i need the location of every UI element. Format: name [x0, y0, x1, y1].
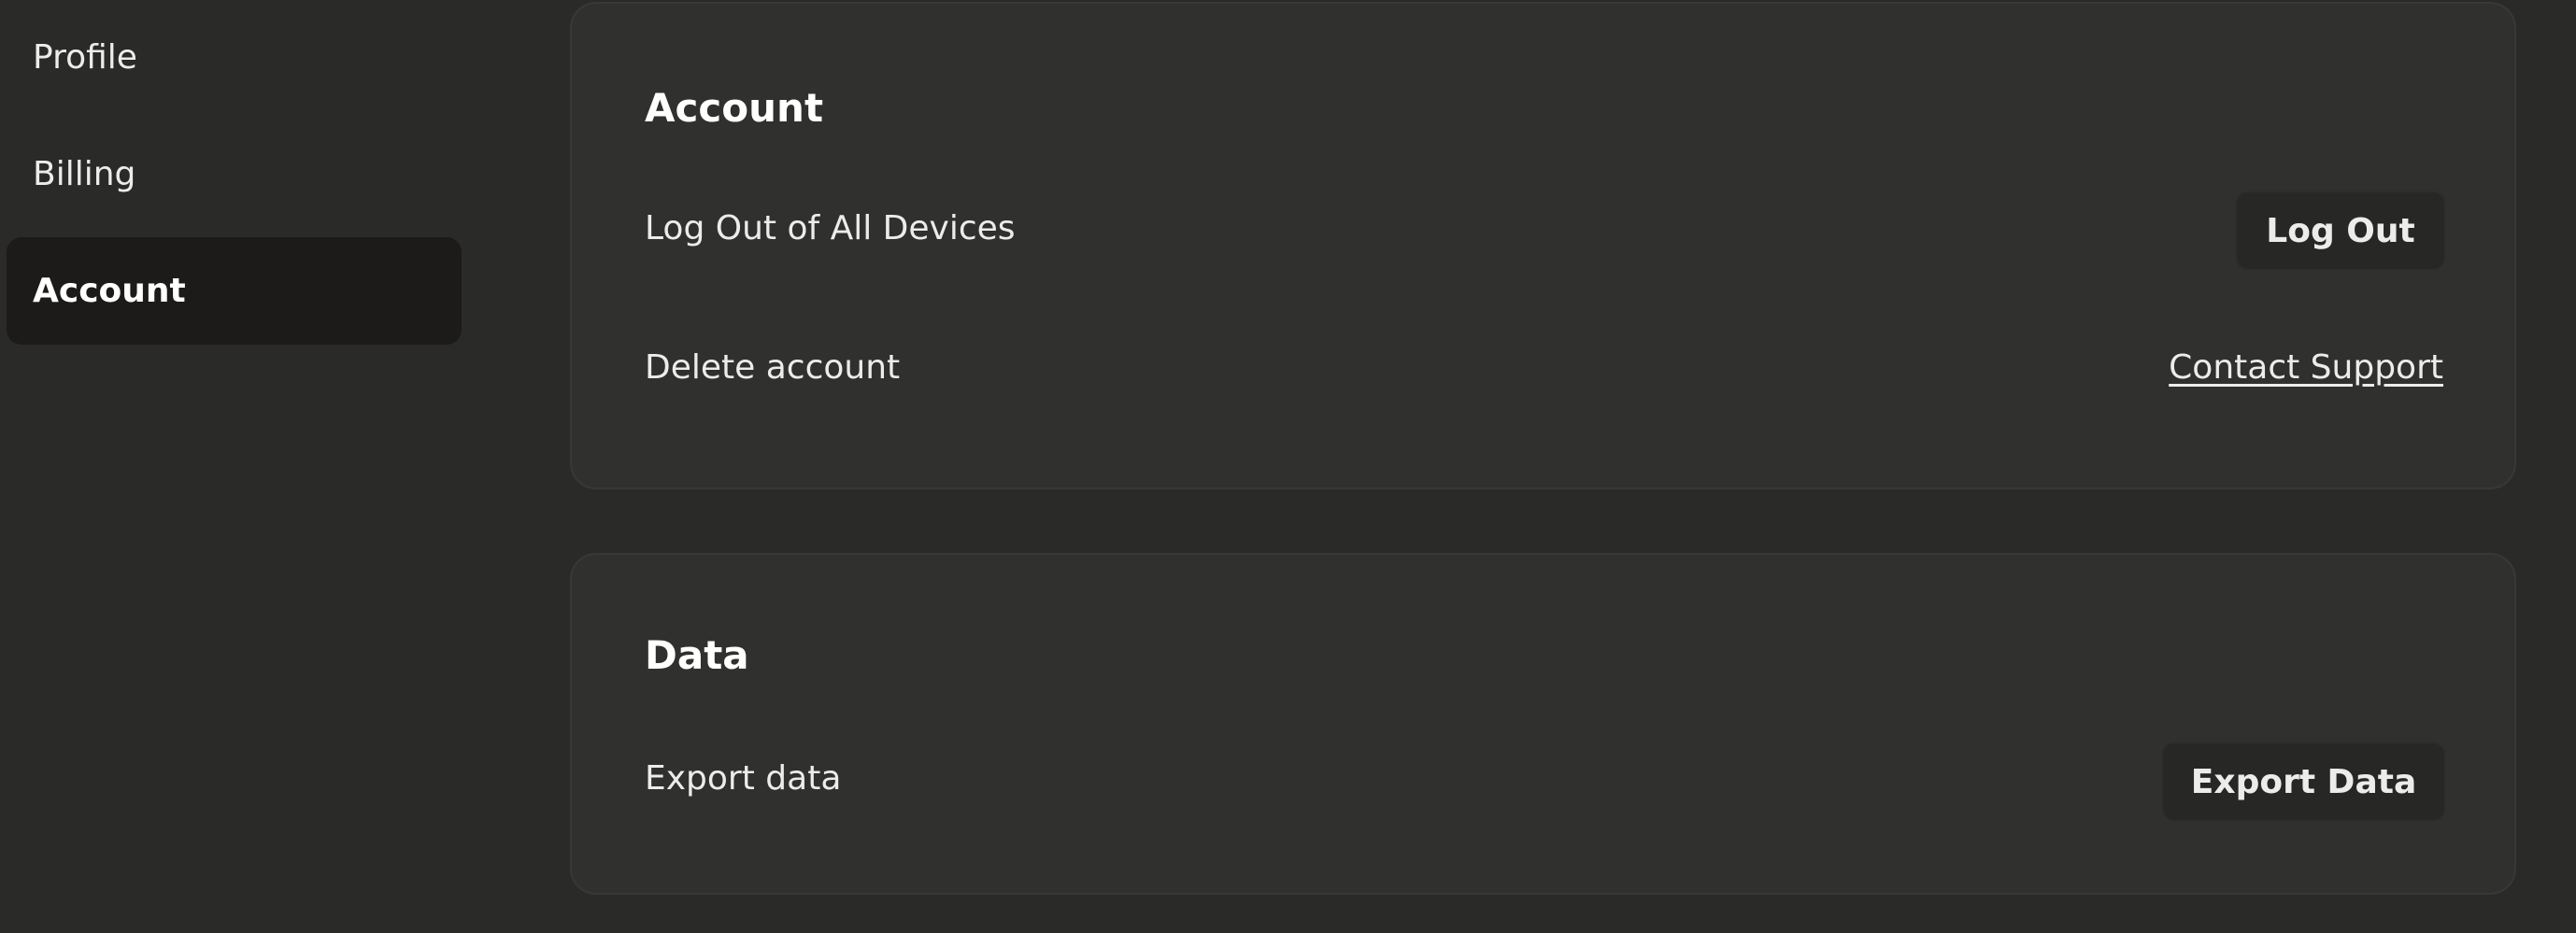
sidebar-item-label: Profile [33, 38, 137, 77]
log-out-button[interactable]: Log Out [2235, 191, 2446, 271]
export-data-button[interactable]: Export Data [2161, 742, 2446, 822]
sidebar-item-billing[interactable]: Billing [7, 120, 462, 228]
logout-all-devices-label: Log Out of All Devices [645, 209, 1016, 247]
account-section-card: Account Log Out of All Devices Log Out D… [570, 2, 2516, 489]
export-data-label: Export data [645, 759, 842, 798]
settings-sidebar: Profile Billing Account [0, 0, 523, 933]
data-section-title: Data [645, 632, 749, 678]
sidebar-item-label: Account [33, 272, 186, 310]
data-section-card: Data Export data Export Data [570, 553, 2516, 895]
sidebar-item-account[interactable]: Account [7, 237, 462, 345]
delete-account-label: Delete account [645, 348, 901, 387]
sidebar-item-label: Billing [33, 155, 136, 193]
contact-support-link[interactable]: Contact Support [2169, 348, 2443, 387]
account-section-title: Account [645, 85, 824, 131]
settings-page: Profile Billing Account Account Log Out … [0, 0, 2576, 933]
sidebar-item-profile[interactable]: Profile [7, 4, 462, 111]
